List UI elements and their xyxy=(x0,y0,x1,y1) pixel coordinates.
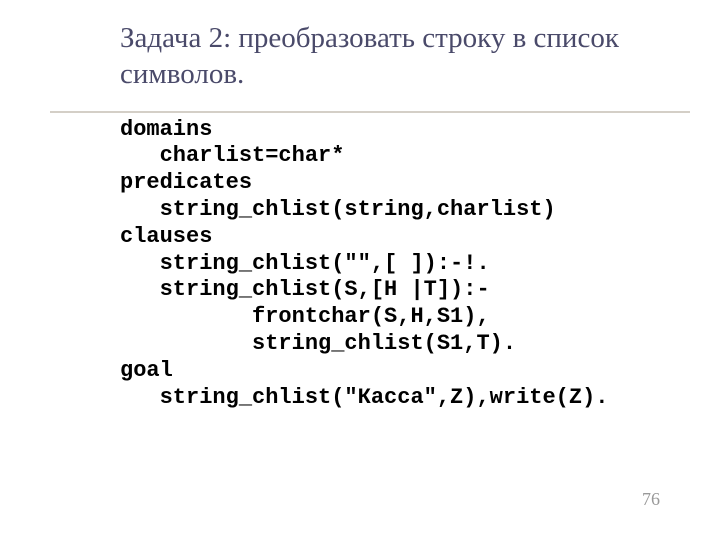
code-block: domains charlist=char* predicates string… xyxy=(0,117,720,412)
code-line: string_chlist("Касса",Z),write(Z). xyxy=(120,385,608,410)
title-underline xyxy=(50,111,690,113)
code-line: clauses xyxy=(120,224,212,249)
slide-container: Задача 2: преобразовать строку в список … xyxy=(0,0,720,540)
code-line: string_chlist(S1,T). xyxy=(120,331,516,356)
code-line: string_chlist("",[ ]):-!. xyxy=(120,251,490,276)
code-line: frontchar(S,H,S1), xyxy=(120,304,490,329)
code-line: string_chlist(string,charlist) xyxy=(120,197,556,222)
code-line: predicates xyxy=(120,170,252,195)
slide-title: Задача 2: преобразовать строку в список … xyxy=(0,20,720,93)
code-line: string_chlist(S,[H |T]):- xyxy=(120,277,490,302)
code-line: domains xyxy=(120,117,212,142)
code-line: charlist=char* xyxy=(120,143,344,168)
code-line: goal xyxy=(120,358,173,383)
page-number: 76 xyxy=(642,489,660,510)
